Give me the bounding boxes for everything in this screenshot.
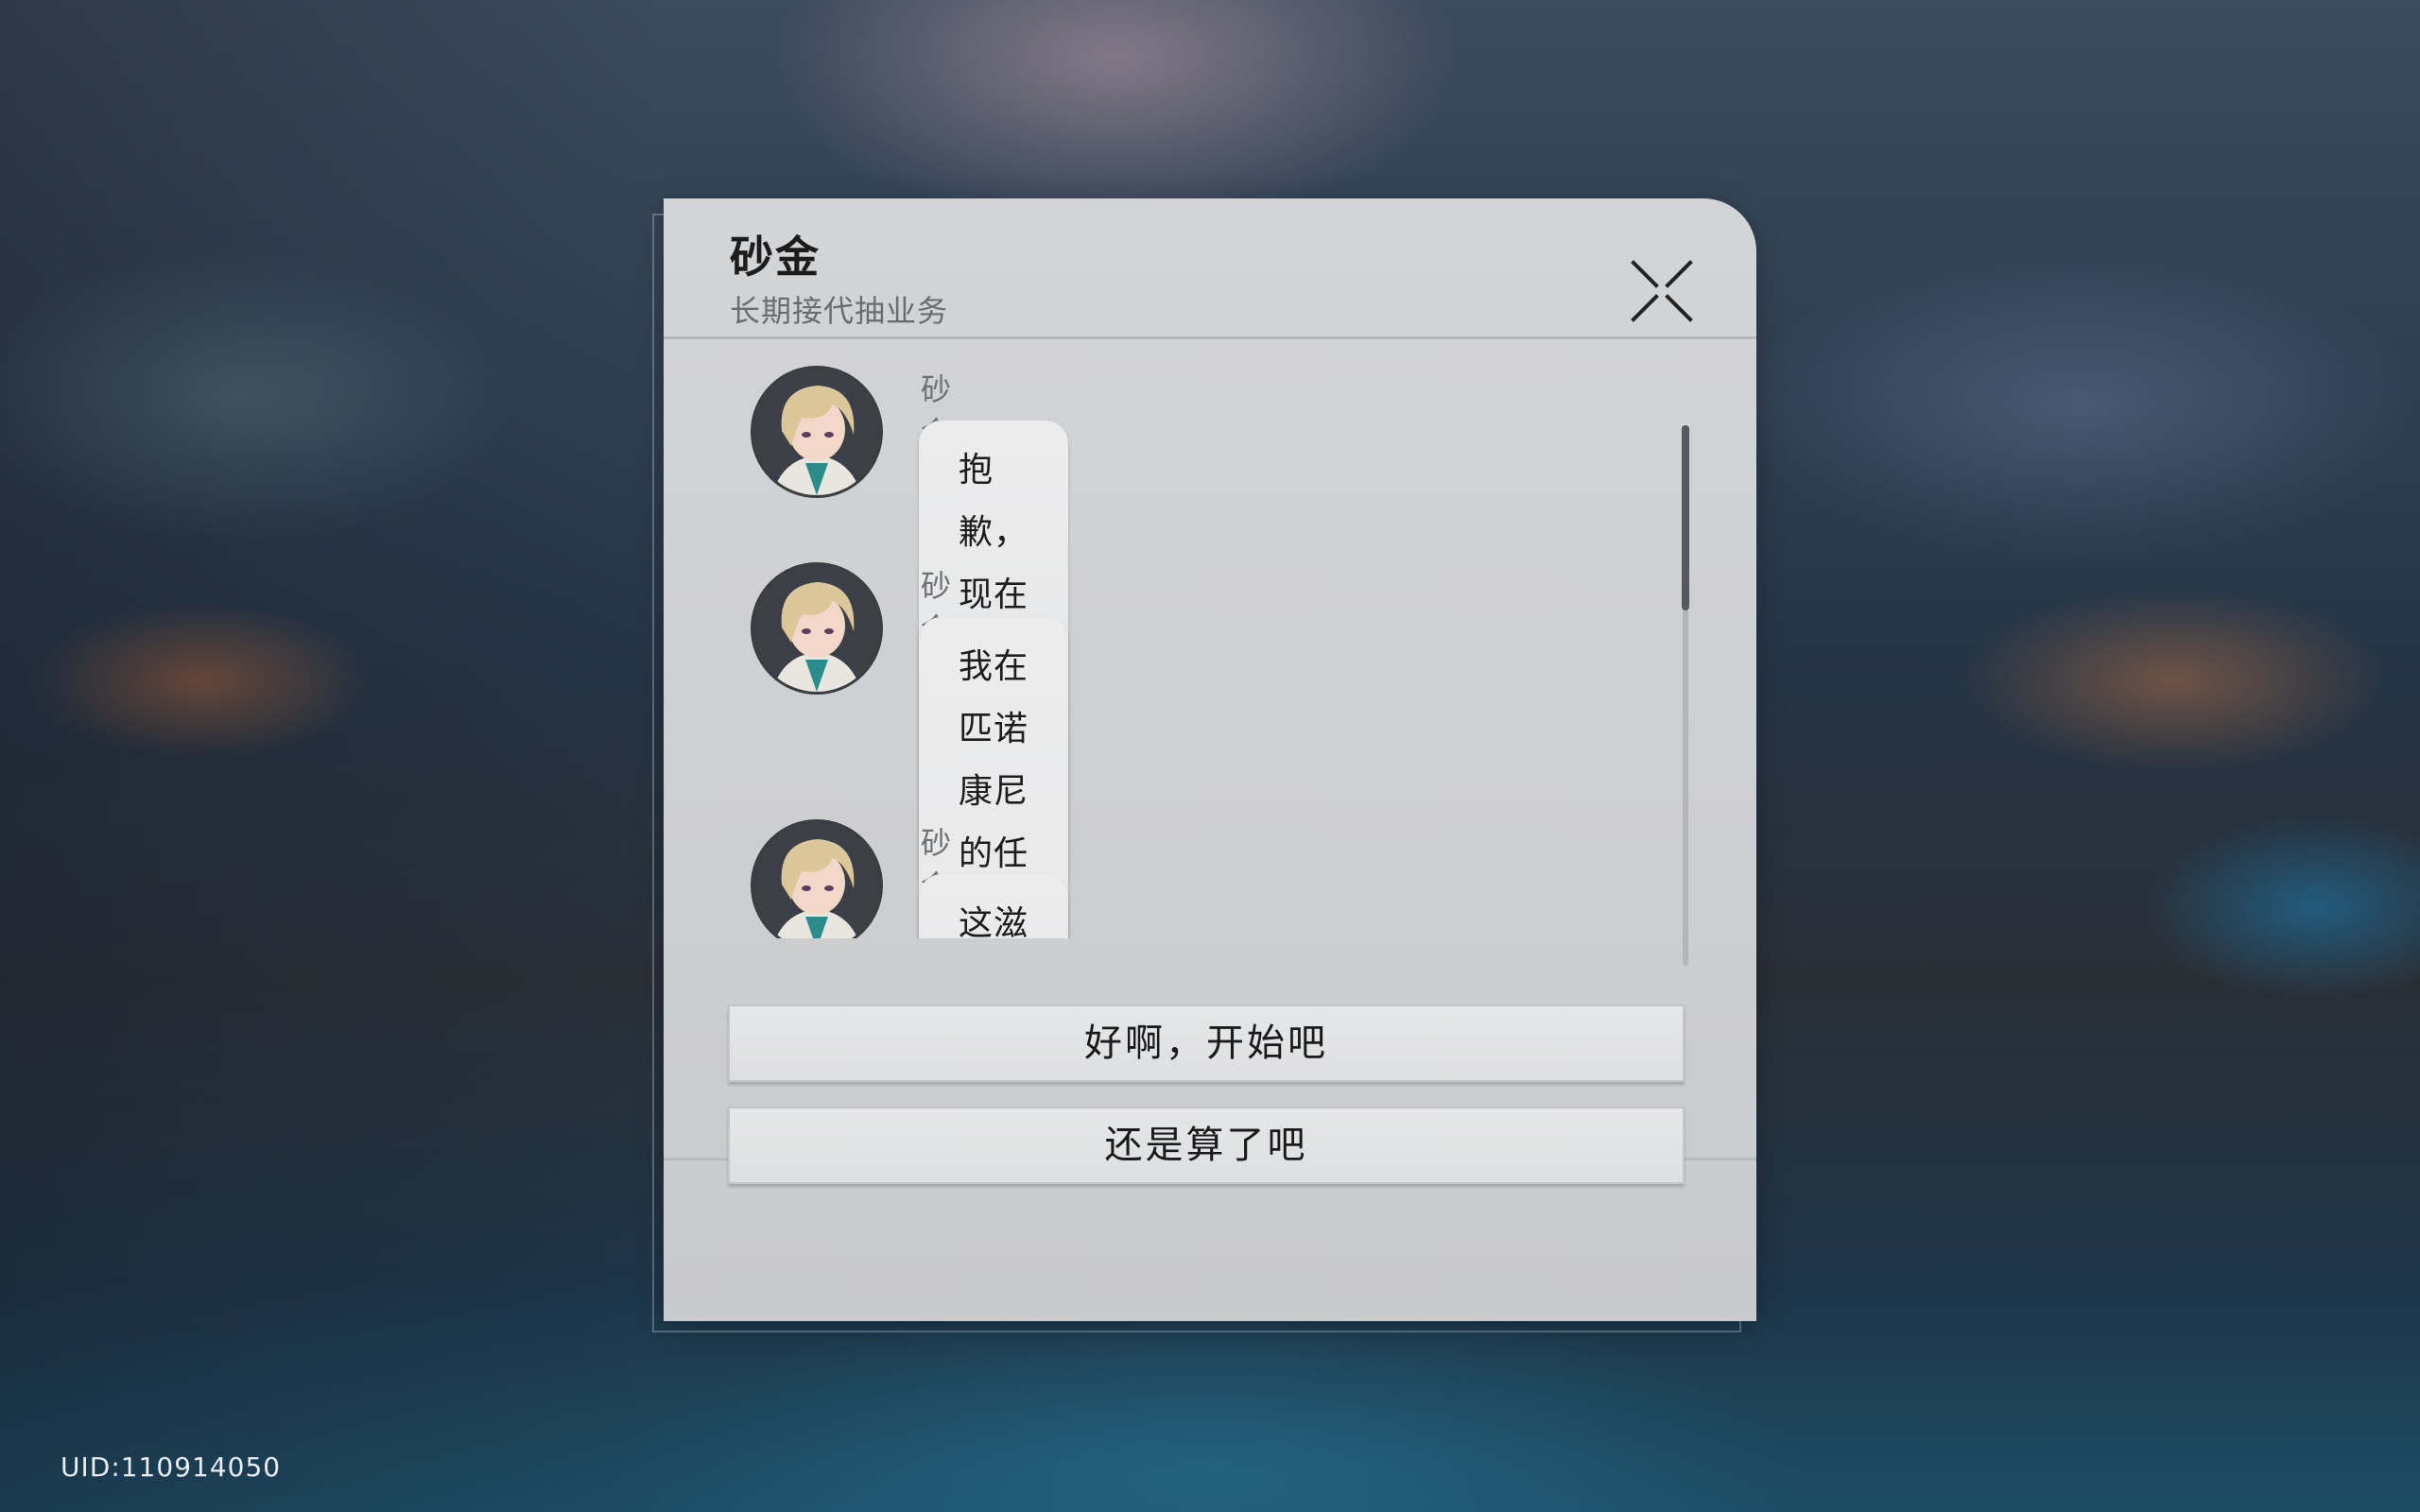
contact-name: 砂金 xyxy=(730,232,821,283)
close-x-icon xyxy=(1631,260,1693,322)
message-dialog: 砂金 长期接代抽业务 砂 抱歉，现在 砂 我在匹诺康尼的任 砂 这滋 好啊，开始… xyxy=(664,198,1756,1321)
reply-option-decline[interactable]: 还是算了吧 xyxy=(728,1107,1685,1184)
close-button[interactable] xyxy=(1628,257,1696,325)
contact-signature: 长期接代抽业务 xyxy=(730,293,949,329)
chat-scrollbar-thumb[interactable] xyxy=(1682,425,1689,610)
reply-option-start[interactable]: 好啊，开始吧 xyxy=(728,1005,1685,1082)
player-uid: UID:110914050 xyxy=(60,1452,282,1483)
avatar xyxy=(751,562,883,695)
dialog-header: 砂金 长期接代抽业务 xyxy=(664,198,1756,339)
avatar xyxy=(751,819,883,938)
character-portrait-icon xyxy=(753,822,880,938)
background-shade xyxy=(0,0,662,1512)
character-portrait-icon xyxy=(753,369,880,495)
chat-viewport: 砂金 抱歉，现在才看到你的消息 砂金 我在匹诺康尼的任务结束 xyxy=(664,339,1756,938)
avatar xyxy=(751,366,883,498)
character-portrait-icon xyxy=(753,565,880,692)
message-bubble: 这滋味，堪比坐牢 xyxy=(919,874,1068,938)
